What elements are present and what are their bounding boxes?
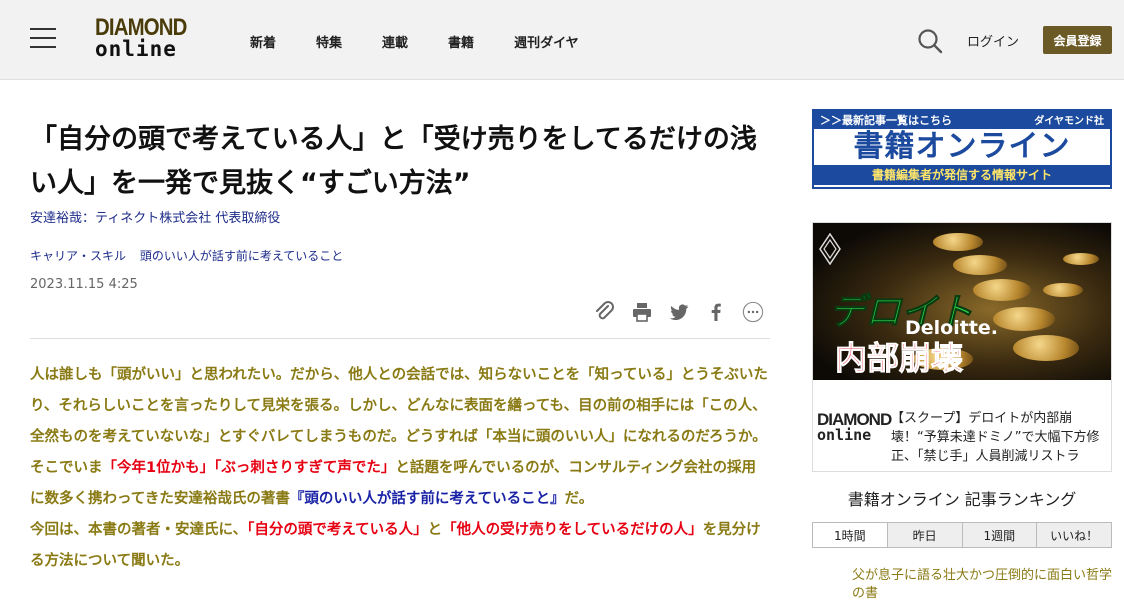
text-span: そこでいま [30, 460, 103, 476]
text-span: と [427, 522, 443, 538]
banner-latest-link: ＞＞最新記事一覧はこちら [820, 114, 952, 127]
login-link[interactable]: ログイン [967, 31, 1019, 50]
highlight-red: 「今年1位かも」 [102, 460, 215, 476]
logo-text-bottom: online [95, 37, 177, 61]
ranking-title: 書籍オンライン 記事ランキング [847, 490, 1077, 509]
banner-top-bar: ＞＞最新記事一覧はこちら ダイヤモンド社 [814, 111, 1110, 129]
banner-subtitle: 書籍編集者が発信する情報サイト [814, 165, 1110, 185]
ranking-tabs: 1時間 昨日 1週間 いいね！ [812, 522, 1112, 548]
highlight-red: 「他人の受け売りをしているだけの人」 [442, 522, 703, 538]
highlight-red: 「自分の頭で考えている人」 [247, 522, 428, 538]
tab-1week[interactable]: 1週間 [962, 523, 1038, 547]
highlight-red: 「ぶっ刺さりすぎて声でた」 [214, 460, 396, 476]
divider [30, 338, 770, 339]
tab-yesterday[interactable]: 昨日 [887, 523, 963, 547]
banner-main-title: 書籍オンライン [853, 129, 1071, 164]
nav-item-features[interactable]: 特集 [316, 32, 342, 51]
logo-text-bottom: online [817, 426, 872, 444]
facebook-icon[interactable] [705, 301, 727, 323]
banner-publisher: ダイヤモンド社 [1034, 116, 1104, 127]
article-title: 「自分の頭で考えている人」と「受け売りをしてるだけの浅い人」を一発で見抜く“すご… [30, 124, 757, 199]
share-bar [594, 301, 779, 323]
article-body: 人は誰しも「頭がいい」と思われたい。だから、他人との会話では、知らないことを「知… [30, 360, 770, 577]
menu-icon[interactable] [30, 28, 56, 50]
site-logo[interactable]: DIAMOND online [95, 16, 200, 60]
text-span: だ。 [564, 491, 594, 507]
book-title-link[interactable]: 『頭のいい人が話す前に考えていること』 [290, 491, 565, 507]
tag-career[interactable]: キャリア・スキル [30, 249, 126, 263]
nav-item-weekly[interactable]: 週刊ダイヤ [514, 32, 579, 51]
paragraph-1: 人は誰しも「頭がいい」と思われたい。だから、他人との会話では、知らないことを「知… [30, 367, 768, 445]
tag-book[interactable]: 頭のいい人が話す前に考えていること [140, 249, 343, 263]
nav-item-series[interactable]: 連載 [382, 32, 408, 51]
diamond-online-logo: DIAMOND online [817, 411, 892, 444]
scoop-image: デロイト Deloitte. 内部崩壊 [813, 223, 1111, 380]
print-icon[interactable] [631, 301, 653, 323]
nav-item-new[interactable]: 新着 [250, 32, 276, 51]
article-author[interactable]: 安達裕哉：ティネクト株式会社 代表取締役 [30, 207, 280, 226]
twitter-icon[interactable] [668, 301, 690, 323]
paragraph-3: 今回は、本書の著者・安達氏に、「自分の頭で考えている人」と「他人の受け売りをして… [30, 515, 770, 577]
nav-item-books[interactable]: 書籍 [448, 32, 474, 51]
tab-likes[interactable]: いいね！ [1037, 523, 1111, 547]
scoop-article-card[interactable]: デロイト Deloitte. 内部崩壊 DIAMOND online 【スクープ… [812, 222, 1112, 472]
site-header: DIAMOND online 新着 特集 連載 書籍 週刊ダイヤ ログイン 会員… [0, 0, 1124, 80]
diamond-mark-icon [819, 233, 841, 265]
books-online-banner[interactable]: ＞＞最新記事一覧はこちら ダイヤモンド社 書籍オンライン 書籍編集者が発信する情… [812, 109, 1112, 189]
article-date: 2023.11.15 4:25 [30, 277, 138, 292]
collapse-text: 内部崩壊 [834, 339, 964, 378]
logo-text-top: DIAMOND [95, 14, 187, 41]
tab-1hour[interactable]: 1時間 [813, 523, 888, 547]
text-span: 今回は、本書の著者・安達氏に、 [30, 522, 248, 538]
ranking-item[interactable]: 父が息子に語る壮大かつ圧倒的に面白い哲学の書 [852, 567, 1112, 603]
main-nav: 新着 特集 連載 書籍 週刊ダイヤ [250, 32, 619, 51]
search-icon[interactable] [917, 28, 943, 54]
article-tags: キャリア・スキル 頭のいい人が話す前に考えていること [30, 247, 353, 264]
paragraph-2: そこでいま「今年1位かも」「ぶっ刺さりすぎて声でた」と話題を呼んでいるのが、コン… [30, 453, 770, 515]
more-icon[interactable] [742, 301, 764, 323]
scoop-headline[interactable]: 【スクープ】デロイトが内部崩壊！“予算未達ドミノ”で大幅下方修正、「禁じ手」人員… [891, 409, 1109, 466]
register-button[interactable]: 会員登録 [1043, 26, 1112, 54]
clip-icon[interactable] [594, 301, 616, 323]
